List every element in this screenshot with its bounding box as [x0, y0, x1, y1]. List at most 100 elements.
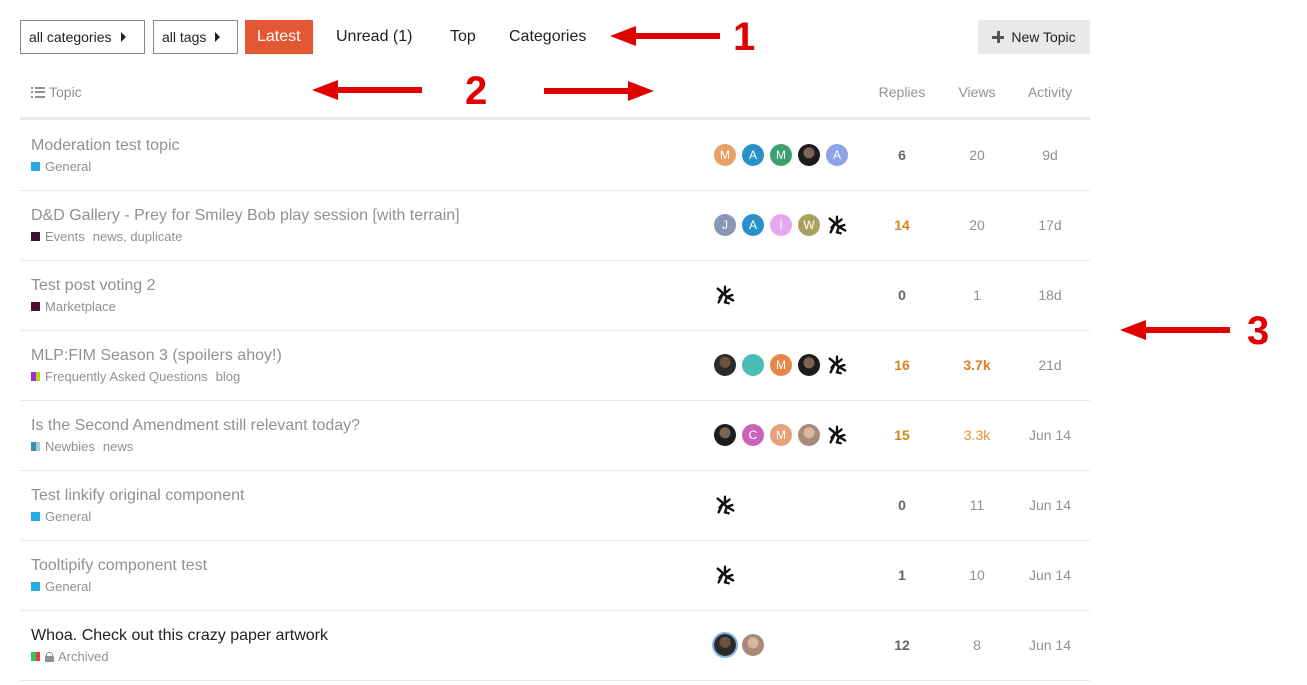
category-badge[interactable]: Events: [31, 229, 85, 244]
replies-column-header[interactable]: Replies: [867, 84, 937, 100]
posters-list: M: [714, 354, 848, 376]
topic-row: Test linkify original component General 0…: [20, 471, 1090, 541]
topic-row: Whoa. Check out this crazy paper artwork…: [20, 611, 1090, 681]
avatar[interactable]: [798, 144, 820, 166]
replies-count[interactable]: 0: [867, 287, 937, 303]
avatar[interactable]: [714, 634, 736, 656]
avatar[interactable]: [742, 634, 764, 656]
new-topic-button[interactable]: New Topic: [978, 20, 1090, 54]
topic-meta: General: [31, 579, 99, 594]
category-color-swatch: [31, 302, 40, 311]
topic-column-header[interactable]: Topic: [31, 84, 82, 100]
activity-time[interactable]: 18d: [1015, 287, 1085, 303]
bug-avatar-icon[interactable]: [826, 354, 848, 376]
avatar[interactable]: M: [770, 424, 792, 446]
lock-icon: [45, 652, 54, 662]
topic-title-link[interactable]: D&D Gallery - Prey for Smiley Bob play s…: [31, 207, 460, 225]
activity-time[interactable]: 21d: [1015, 357, 1085, 373]
topic-meta: General: [31, 159, 99, 174]
nav-unread[interactable]: Unread (1): [324, 20, 424, 54]
avatar[interactable]: M: [770, 354, 792, 376]
topic-tags[interactable]: blog: [216, 369, 241, 384]
avatar[interactable]: [714, 354, 736, 376]
activity-column-header[interactable]: Activity: [1015, 84, 1085, 100]
category-badge[interactable]: General: [31, 159, 91, 174]
nav-latest[interactable]: Latest: [245, 20, 313, 54]
category-name: General: [45, 159, 92, 174]
replies-count[interactable]: 16: [867, 357, 937, 373]
nav-top[interactable]: Top: [438, 20, 488, 54]
category-color-swatch: [31, 582, 40, 591]
nav-categories[interactable]: Categories: [497, 20, 598, 54]
topic-row: Test post voting 2 Marketplace 0 1 18d: [20, 261, 1090, 331]
views-count: 8: [973, 637, 981, 653]
avatar[interactable]: W: [798, 214, 820, 236]
topic-row: Tooltipify component test General 1 10 Jun …: [20, 541, 1090, 611]
activity-time[interactable]: Jun 14: [1015, 567, 1085, 583]
topic-meta: General: [31, 509, 99, 524]
avatar[interactable]: A: [826, 144, 848, 166]
category-badge[interactable]: General: [31, 579, 91, 594]
category-color-swatch: [35, 442, 40, 451]
avatar[interactable]: [742, 354, 764, 376]
replies-count[interactable]: 0: [867, 497, 937, 513]
category-badge[interactable]: Marketplace: [31, 299, 116, 314]
replies-count[interactable]: 12: [867, 637, 937, 653]
avatar[interactable]: [798, 354, 820, 376]
category-badge[interactable]: Archived: [31, 649, 109, 664]
topic-title-link[interactable]: MLP:FIM Season 3 (spoilers ahoy!): [31, 347, 282, 365]
topic-tags[interactable]: news: [103, 439, 133, 454]
topic-meta: Newbies news: [31, 439, 133, 454]
topic-meta: Marketplace: [31, 299, 124, 314]
bug-avatar-icon[interactable]: [826, 214, 848, 236]
bug-avatar-icon[interactable]: [714, 284, 736, 306]
views-count: 3.7k: [963, 357, 991, 373]
topic-row: D&D Gallery - Prey for Smiley Bob play s…: [20, 191, 1090, 261]
avatar[interactable]: M: [770, 144, 792, 166]
caret-right-icon: [120, 32, 126, 42]
category-color-swatch: [35, 372, 40, 381]
activity-time[interactable]: Jun 14: [1015, 637, 1085, 653]
replies-count[interactable]: 14: [867, 217, 937, 233]
topic-title-link[interactable]: Test post voting 2: [31, 277, 156, 295]
topic-title-link[interactable]: Test linkify original component: [31, 487, 244, 505]
views-count: 20: [969, 217, 985, 233]
bug-avatar-icon[interactable]: [714, 494, 736, 516]
avatar[interactable]: J: [714, 214, 736, 236]
views-count: 11: [969, 497, 985, 513]
category-name: Marketplace: [45, 299, 116, 314]
annotation-label-2: 2: [465, 69, 488, 113]
caret-right-icon: [215, 32, 221, 42]
replies-count[interactable]: 15: [867, 427, 937, 443]
tags-dropdown[interactable]: all tags: [153, 20, 238, 54]
category-badge[interactable]: Frequently Asked Questions: [31, 369, 208, 384]
topic-title-link[interactable]: Whoa. Check out this crazy paper artwork: [31, 627, 328, 645]
avatar[interactable]: [798, 424, 820, 446]
bug-avatar-icon[interactable]: [714, 564, 736, 586]
category-badge[interactable]: Newbies: [31, 439, 95, 454]
categories-dropdown[interactable]: all categories: [20, 20, 145, 54]
replies-count[interactable]: 6: [867, 147, 937, 163]
topic-title-link[interactable]: Tooltipify component test: [31, 557, 207, 575]
avatar[interactable]: C: [742, 424, 764, 446]
activity-time[interactable]: Jun 14: [1015, 427, 1085, 443]
topic-title-link[interactable]: Is the Second Amendment still relevant t…: [31, 417, 360, 435]
category-color-swatch: [31, 162, 40, 171]
bug-avatar-icon[interactable]: [826, 424, 848, 446]
category-badge[interactable]: General: [31, 509, 91, 524]
topic-tags[interactable]: news, duplicate: [93, 229, 183, 244]
avatar[interactable]: A: [742, 214, 764, 236]
views-count: 1: [973, 287, 981, 303]
topic-title-link[interactable]: Moderation test topic: [31, 137, 180, 155]
activity-time[interactable]: 9d: [1015, 147, 1085, 163]
activity-time[interactable]: 17d: [1015, 217, 1085, 233]
navigation-bar: all categories all tags Latest Unread (1…: [20, 20, 1090, 54]
topic-header-label: Topic: [49, 84, 82, 100]
avatar[interactable]: [714, 424, 736, 446]
activity-time[interactable]: Jun 14: [1015, 497, 1085, 513]
avatar[interactable]: I: [770, 214, 792, 236]
views-column-header[interactable]: Views: [942, 84, 1012, 100]
avatar[interactable]: M: [714, 144, 736, 166]
avatar[interactable]: A: [742, 144, 764, 166]
replies-count[interactable]: 1: [867, 567, 937, 583]
